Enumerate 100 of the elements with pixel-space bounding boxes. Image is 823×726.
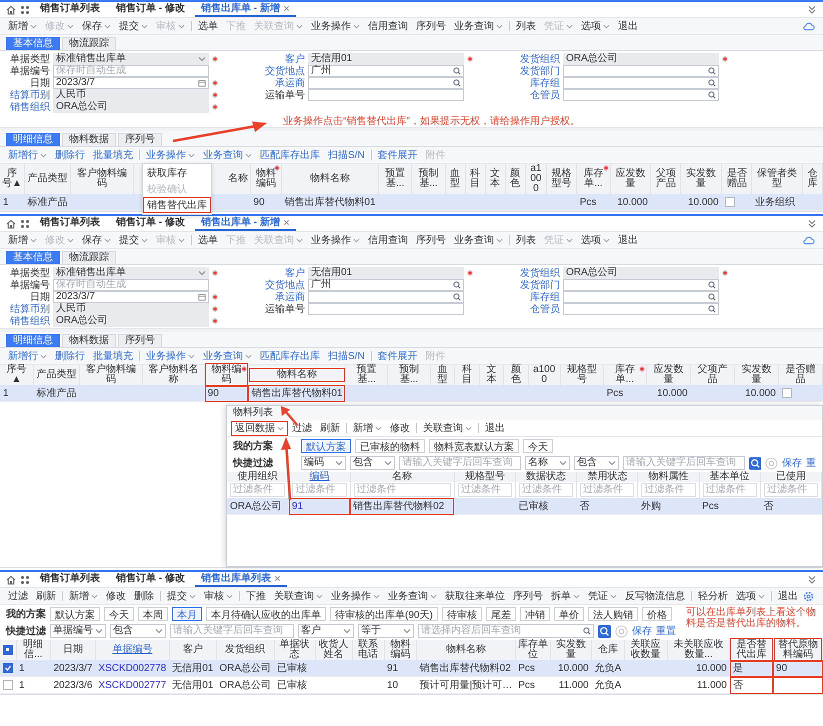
grid-icon[interactable] [20, 4, 30, 14]
toolbar-button[interactable]: 列表 [512, 232, 540, 248]
search-icon[interactable] [453, 79, 461, 87]
scheme-button[interactable]: 已审核的物料 [355, 439, 425, 453]
field-label[interactable]: 客户 [261, 52, 305, 66]
input-field[interactable]: 标准销售出库单 [53, 267, 209, 279]
filter-field[interactable]: 包含 [110, 624, 166, 638]
double-chevron-icon[interactable] [807, 4, 817, 14]
input-field[interactable]: 2023/3/7 [53, 77, 209, 89]
input-field[interactable] [563, 89, 719, 101]
toolbar-button[interactable]: 审核 [200, 588, 237, 604]
field-label[interactable]: 发货部门 [516, 278, 560, 292]
input-field[interactable]: ORA总公司 [53, 315, 209, 327]
home-icon[interactable] [6, 4, 16, 14]
toolbar-button[interactable]: 业务操作 [307, 18, 364, 34]
toolbar-button[interactable]: 业务查询 [450, 18, 507, 34]
table-row[interactable]: 1 标准产品 90 销售出库替代物料01 Pcs 10.000 10.000 [0, 385, 822, 402]
input-field[interactable] [563, 279, 719, 291]
toolbar-button[interactable]: 业务查询 [384, 588, 441, 604]
scheme-button[interactable]: 本周 [138, 607, 168, 621]
search-icon[interactable] [708, 293, 716, 301]
close-icon[interactable] [282, 219, 290, 226]
section-tab[interactable]: 序列号 [118, 133, 162, 146]
input-field[interactable]: 人民币 [53, 89, 209, 101]
toolbar-button[interactable]: 业务查询 [450, 232, 507, 248]
search-icon[interactable] [453, 293, 461, 301]
checkbox[interactable] [782, 388, 792, 398]
toolbar-button[interactable]: 删除 [130, 588, 158, 604]
toolbar-button[interactable]: 新增 [65, 588, 102, 604]
filter-action-link[interactable]: 保存 [782, 456, 802, 470]
scheme-button[interactable]: 价格 [642, 607, 672, 621]
cloud-icon[interactable] [802, 234, 815, 246]
toolbar-button[interactable]: 过滤 [288, 420, 316, 436]
input-field[interactable] [563, 77, 719, 89]
field-label[interactable]: 仓管员 [516, 302, 560, 316]
section-tab[interactable]: 物料数据 [62, 133, 116, 146]
toolbar-button[interactable]: 选单 [194, 232, 222, 248]
filter-field[interactable]: 等于 [358, 624, 414, 638]
section-tab[interactable]: 基本信息 [6, 251, 60, 264]
calendar-icon[interactable] [198, 293, 206, 301]
toolbar-button[interactable]: 业务操作 [142, 348, 199, 364]
toolbar-button[interactable]: 拆单 [547, 588, 584, 604]
field-label[interactable]: 销售组织 [6, 314, 50, 328]
toolbar-button[interactable]: 选项 [577, 232, 614, 248]
double-chevron-icon[interactable] [807, 574, 817, 584]
section-tab[interactable]: 物料数据 [62, 334, 116, 347]
scheme-button[interactable]: 待审核 [442, 607, 482, 621]
section-tab[interactable]: 明细信息 [6, 133, 60, 146]
toolbar-button[interactable]: 新增行 [4, 148, 51, 162]
field-label[interactable]: 结算币别 [6, 88, 50, 102]
table-row[interactable]: 1 2023/3/6 XSCKD002777 无信用01 ORA总公司 已审核 10 预计可用量|预计可… Pcs 11.000 允负A 11.000 否 [0, 676, 822, 694]
toolbar-button[interactable]: 新增 [4, 18, 41, 34]
toolbar-button[interactable]: 保存 [78, 232, 115, 248]
toolbar-button[interactable]: 批量填充 [89, 148, 137, 162]
toolbar-button[interactable]: 套件展开 [374, 348, 422, 364]
toolbar-button[interactable]: 删除行 [51, 348, 89, 364]
toolbar-button[interactable]: 保存 [78, 18, 115, 34]
field-label[interactable]: 发货部门 [516, 64, 560, 78]
input-field[interactable]: 无信用01 [308, 53, 464, 65]
toolbar-button[interactable]: 下推 [242, 588, 270, 604]
toolbar-button[interactable]: 业务查询 [199, 148, 256, 162]
filter-action-link[interactable]: 保存 [632, 624, 652, 638]
input-field[interactable]: ORA总公司 [53, 101, 209, 113]
cloud-icon[interactable] [802, 20, 815, 32]
toolbar-button[interactable]: 提交 [115, 18, 152, 34]
toolbar-button[interactable]: 匹配库存出库 [256, 148, 324, 162]
home-icon[interactable] [6, 218, 16, 228]
close-icon[interactable] [274, 575, 281, 582]
search-icon[interactable] [583, 627, 591, 635]
toolbar-button[interactable]: 刷新 [32, 588, 60, 604]
field-label[interactable]: 仓管员 [516, 88, 560, 102]
scheme-button[interactable]: 本月 [172, 607, 202, 621]
checkbox[interactable] [3, 662, 13, 673]
input-field[interactable] [563, 65, 719, 77]
search-button[interactable] [598, 624, 611, 638]
document-tab[interactable]: 销售订单 - 修改 [110, 216, 191, 231]
scheme-button[interactable]: 默认方案 [301, 439, 351, 453]
toolbar-button[interactable]: 新增 [349, 420, 386, 436]
input-field[interactable]: 2023/3/7 [53, 291, 209, 303]
search-icon[interactable] [708, 67, 716, 75]
scheme-button[interactable]: 冲销 [520, 607, 550, 621]
filter-action-link[interactable]: 重置 [656, 624, 676, 638]
grid-icon[interactable] [20, 574, 30, 584]
toolbar-button[interactable]: 业务操作 [142, 148, 199, 162]
toolbar-button[interactable]: 批量填充 [89, 348, 137, 364]
input-field[interactable] [308, 303, 464, 315]
toolbar-button[interactable]: 修改 [102, 588, 130, 604]
toolbar-button[interactable]: 退出 [774, 588, 802, 604]
document-tab[interactable]: 销售订单 - 修改 [110, 572, 191, 587]
document-tab[interactable]: 销售订单列表 [34, 572, 106, 587]
search-icon[interactable] [708, 79, 716, 87]
toolbar-button[interactable]: 获取往来单位 [441, 588, 509, 604]
settings-icon[interactable] [802, 590, 815, 602]
input-field[interactable]: ORA总公司 [563, 267, 719, 279]
search-icon[interactable] [708, 305, 716, 313]
field-label[interactable]: 销售组织 [6, 100, 50, 114]
scheme-button[interactable]: 本月待确认应收的出库单 [206, 607, 326, 621]
toolbar-button[interactable]: 关联查询 [419, 420, 476, 436]
select-all-checkbox[interactable] [2, 644, 13, 655]
section-tab[interactable]: 明细信息 [6, 334, 60, 347]
